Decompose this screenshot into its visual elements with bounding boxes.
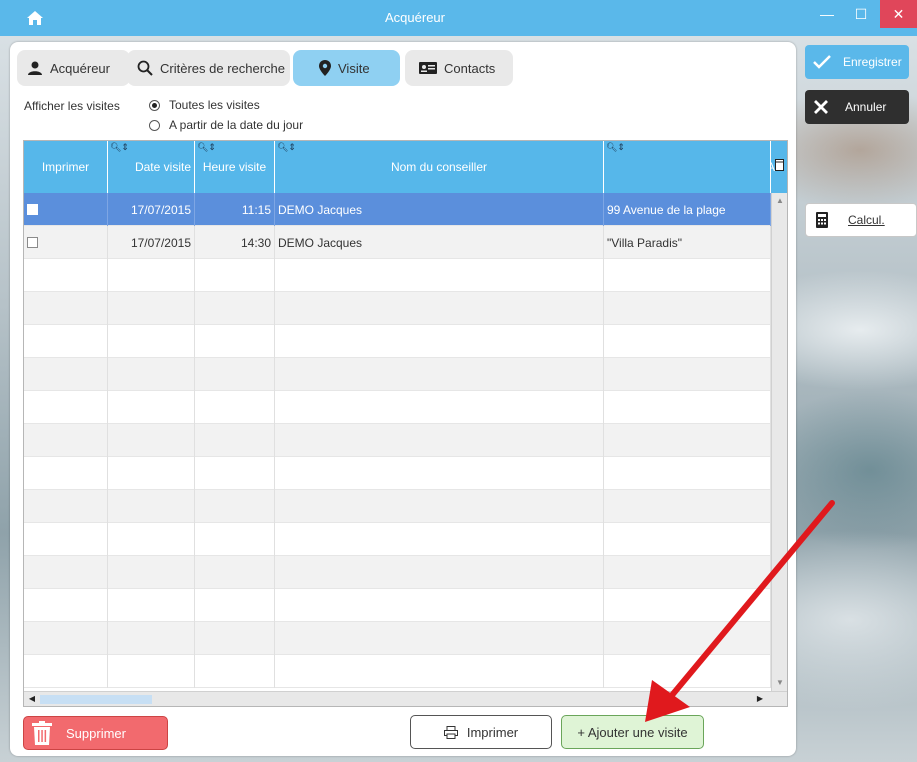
empty-row <box>24 490 771 523</box>
table-row[interactable]: 17/07/2015 14:30 DEMO Jacques "Villa Par… <box>24 226 771 259</box>
home-icon[interactable] <box>26 9 44 27</box>
advisor-cell: DEMO Jacques <box>275 226 604 259</box>
checkmark-icon <box>813 55 831 69</box>
print-label: Imprimer <box>466 724 519 740</box>
delete-label: Supprimer <box>66 725 126 741</box>
calculator-icon <box>816 212 828 228</box>
tab-label: Acquéreur <box>50 60 110 76</box>
property-cell: "Villa Paradis" <box>604 226 771 259</box>
sort-icon[interactable]: 🔍︎⇕ <box>606 142 625 153</box>
main-panel: Acquéreur Critères de recherche Visite C… <box>10 42 796 756</box>
tab-label: Critères de recherche <box>160 60 285 76</box>
empty-row <box>24 259 771 292</box>
empty-row <box>24 622 771 655</box>
printer-icon <box>443 725 458 739</box>
scroll-down-icon[interactable]: ▼ <box>774 677 786 689</box>
column-header-heure[interactable]: 🔍︎⇕ Heure visite <box>195 141 275 193</box>
sort-icon[interactable]: 🔍︎⇕ <box>197 142 216 153</box>
print-checkbox[interactable] <box>27 204 38 215</box>
empty-row <box>24 292 771 325</box>
delete-button[interactable]: Supprimer <box>23 716 168 750</box>
horizontal-scrollbar[interactable]: ◀ ▶ <box>24 691 787 706</box>
column-chooser-icon[interactable] <box>775 159 784 171</box>
property-cell: 99 Avenue de la plage <box>604 193 771 226</box>
save-label: Enregistrer <box>843 55 902 69</box>
column-header-conseiller[interactable]: 🔍︎⇕ Nom du conseiller <box>275 141 604 193</box>
cancel-button[interactable]: Annuler <box>805 90 909 124</box>
search-icon <box>137 60 153 76</box>
empty-row <box>24 556 771 589</box>
column-header-address[interactable]: Ad <box>771 141 787 193</box>
scroll-up-icon[interactable]: ▲ <box>774 195 786 207</box>
vertical-scrollbar[interactable]: ▲ ▼ <box>771 193 787 691</box>
tab-label: Contacts <box>444 60 496 76</box>
empty-row <box>24 424 771 457</box>
column-header-bien[interactable]: 🔍︎⇕ <box>604 141 771 193</box>
trash-icon <box>32 721 52 745</box>
scroll-left-icon[interactable]: ◀ <box>26 693 38 705</box>
maximize-button[interactable]: ☐ <box>846 0 876 28</box>
tab-visite[interactable]: Visite <box>293 50 400 86</box>
print-cell <box>24 193 108 226</box>
radio-all-visits[interactable]: Toutes les visites <box>149 98 260 112</box>
table-body: 17/07/2015 11:15 DEMO Jacques 99 Avenue … <box>24 193 771 688</box>
scroll-thumb[interactable] <box>40 695 152 704</box>
empty-row <box>24 523 771 556</box>
calculator-button[interactable]: Calcul. <box>805 203 917 237</box>
date-cell: 17/07/2015 <box>108 193 195 226</box>
print-cell <box>24 226 108 259</box>
table-row[interactable]: 17/07/2015 11:15 DEMO Jacques 99 Avenue … <box>24 193 771 226</box>
empty-row <box>24 655 771 688</box>
map-pin-icon <box>319 60 331 76</box>
radio-from-today[interactable]: A partir de la date du jour <box>149 118 303 132</box>
time-cell: 11:15 <box>195 193 275 226</box>
column-header-date[interactable]: 🔍︎⇕ Date visite <box>108 141 195 193</box>
advisor-cell: DEMO Jacques <box>275 193 604 226</box>
add-visit-label: + Ajouter une visite <box>577 724 688 740</box>
scroll-right-icon[interactable]: ▶ <box>754 693 766 705</box>
close-icon <box>814 100 828 114</box>
cancel-label: Annuler <box>845 100 887 114</box>
empty-row <box>24 391 771 424</box>
date-cell: 17/07/2015 <box>108 226 195 259</box>
print-checkbox[interactable] <box>27 237 38 248</box>
radio-button[interactable] <box>149 99 160 111</box>
tab-label: Visite <box>338 60 370 76</box>
tab-criteres[interactable]: Critères de recherche <box>127 50 290 86</box>
calculator-label: Calcul. <box>848 213 885 227</box>
print-button[interactable]: Imprimer <box>410 715 552 749</box>
visits-table: Imprimer 🔍︎⇕ Date visite 🔍︎⇕ Heure visit… <box>23 140 788 707</box>
user-icon <box>28 61 42 75</box>
title-bar: Acquéreur — ☐ ✕ <box>0 0 917 36</box>
empty-row <box>24 589 771 622</box>
window-title: Acquéreur <box>385 10 445 25</box>
empty-row <box>24 457 771 490</box>
column-header-imprimer[interactable]: Imprimer <box>24 141 108 193</box>
sort-icon[interactable]: 🔍︎⇕ <box>110 142 129 153</box>
empty-row <box>24 358 771 391</box>
sort-icon[interactable]: 🔍︎⇕ <box>277 142 296 153</box>
save-button[interactable]: Enregistrer <box>805 45 909 79</box>
add-visit-button[interactable]: + Ajouter une visite <box>561 715 704 749</box>
filter-label: Afficher les visites <box>24 99 120 113</box>
contact-card-icon <box>419 62 437 74</box>
empty-row <box>24 325 771 358</box>
close-button[interactable]: ✕ <box>880 0 917 28</box>
radio-label: A partir de la date du jour <box>169 118 304 132</box>
tab-contacts[interactable]: Contacts <box>405 50 513 86</box>
radio-button[interactable] <box>149 119 160 131</box>
table-header: Imprimer 🔍︎⇕ Date visite 🔍︎⇕ Heure visit… <box>24 141 787 193</box>
minimize-button[interactable]: — <box>812 0 842 28</box>
tab-acquereur[interactable]: Acquéreur <box>17 50 130 86</box>
time-cell: 14:30 <box>195 226 275 259</box>
radio-label: Toutes les visites <box>169 98 260 112</box>
